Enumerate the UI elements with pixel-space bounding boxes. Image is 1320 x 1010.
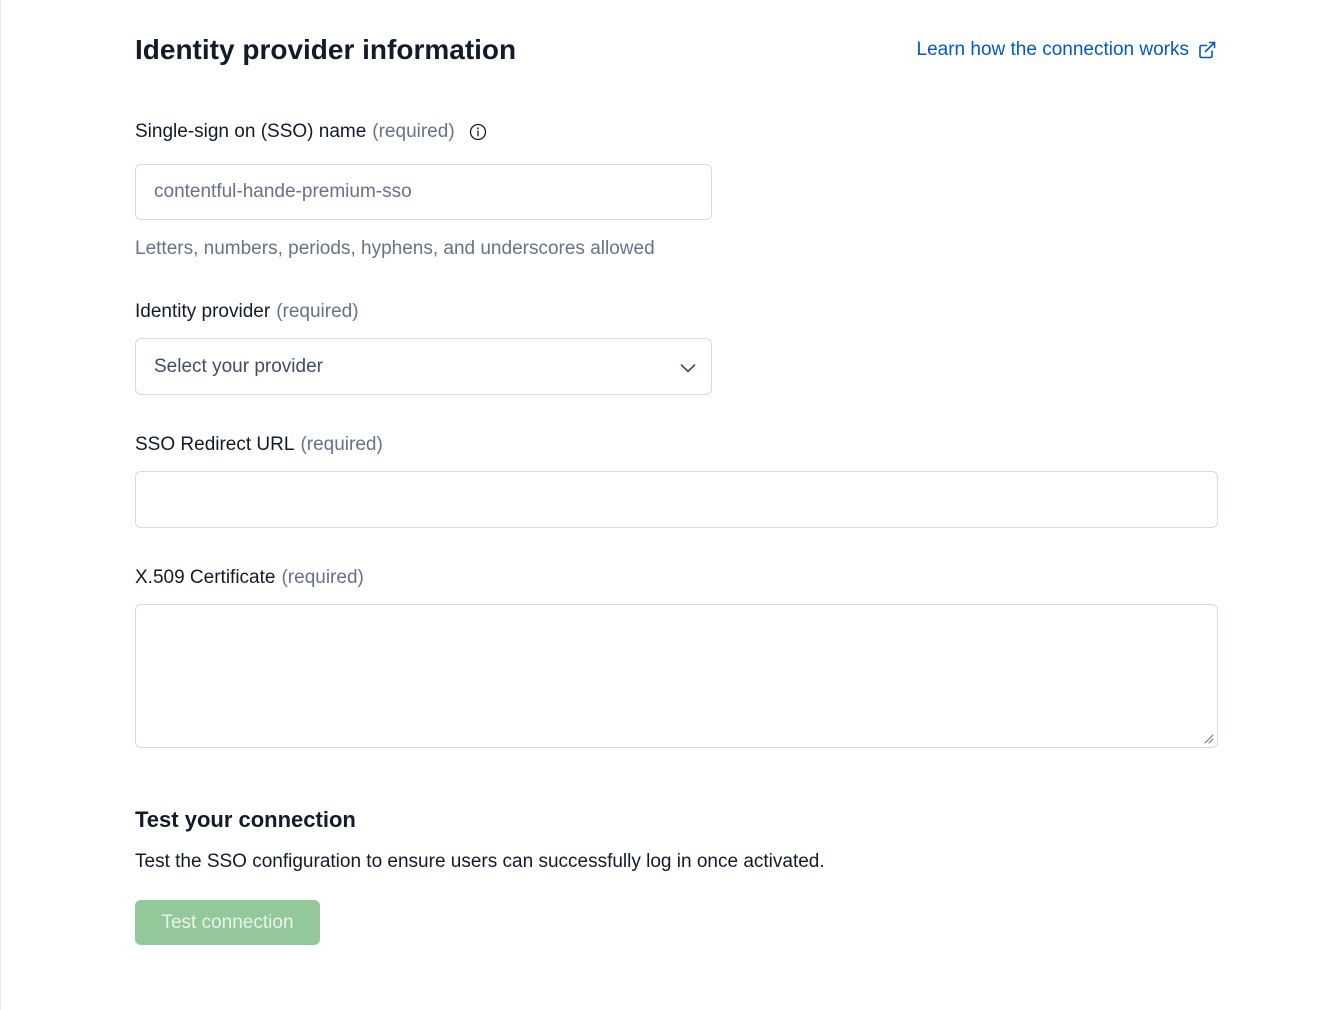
redirect-url-label-text: SSO Redirect URL (135, 434, 295, 455)
identity-provider-required: (required) (276, 301, 359, 322)
external-link-icon (1199, 41, 1216, 59)
resize-handle-icon[interactable] (1204, 734, 1214, 744)
certificate-label: X.509 Certificate (required) (135, 566, 364, 590)
sso-name-label-text: Single-sign on (SSO) name (135, 121, 367, 142)
test-connection-button[interactable]: Test connection (135, 900, 320, 945)
test-connection-title: Test your connection (135, 807, 356, 832)
identity-provider-label: Identity provider (required) (135, 300, 359, 324)
sso-name-input[interactable] (135, 164, 712, 220)
certificate-textarea[interactable] (135, 604, 1218, 748)
chevron-down-icon (680, 364, 696, 373)
certificate-label-text: X.509 Certificate (135, 567, 276, 588)
redirect-url-required: (required) (300, 434, 383, 455)
test-connection-description: Test the SSO configuration to ensure use… (135, 851, 825, 872)
info-icon[interactable] (469, 123, 487, 141)
identity-provider-label-text: Identity provider (135, 301, 271, 322)
sso-name-help-text: Letters, numbers, periods, hyphens, and … (135, 238, 655, 259)
page-header: Identity provider information Learn how … (135, 30, 1217, 70)
sso-name-label: Single-sign on (SSO) name (required) (135, 120, 487, 144)
identity-provider-select-value: Select your provider (154, 356, 323, 377)
redirect-url-label: SSO Redirect URL (required) (135, 433, 383, 457)
sso-name-required: (required) (372, 121, 455, 142)
learn-connection-link-label: Learn how the connection works (916, 39, 1190, 60)
page-title: Identity provider information (135, 34, 517, 65)
redirect-url-input[interactable] (135, 471, 1218, 528)
learn-connection-link[interactable]: Learn how the connection works (917, 38, 1218, 62)
identity-provider-select[interactable]: Select your provider (135, 338, 712, 395)
certificate-required: (required) (281, 567, 364, 588)
